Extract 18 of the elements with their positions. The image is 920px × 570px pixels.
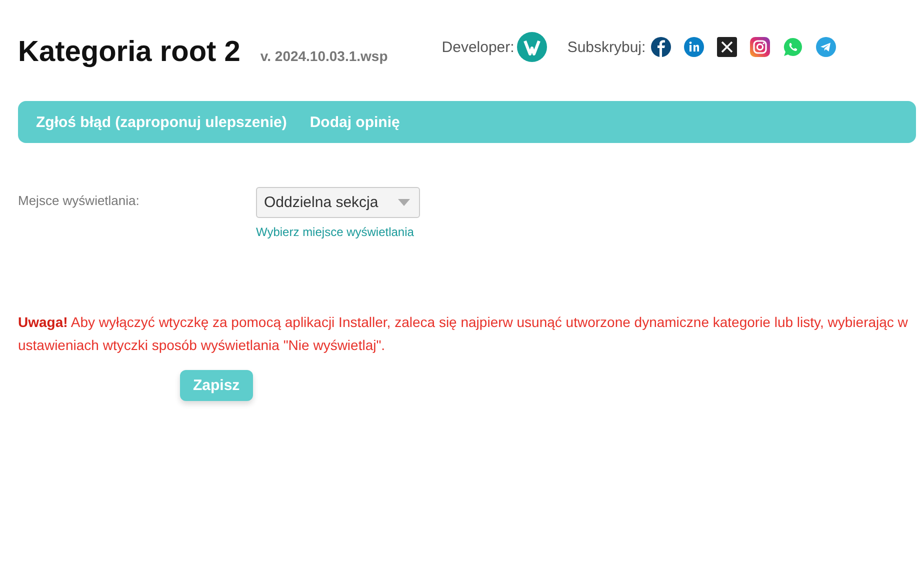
page-title: Kategoria root 2 xyxy=(18,36,240,68)
telegram-icon[interactable] xyxy=(816,37,836,57)
instagram-icon[interactable] xyxy=(750,37,770,57)
x-icon[interactable] xyxy=(716,37,737,57)
warning-message: Uwaga! Aby wyłączyć wtyczkę za pomocą aplikacji Installer, zaleca się najpierw usunąć utworzone dynamiczne kategorie lub listy, wybierając w ustawieniach wtyczki sposób wyświetlania "Nie wyświetlaj". xyxy=(18,313,909,355)
subscribe-label: Subskrybuj: xyxy=(567,38,646,56)
facebook-icon[interactable] xyxy=(650,37,671,57)
display-place-select[interactable]: Oddzielna sekcja xyxy=(256,187,420,218)
nav-link[interactable]: Zgłoś błąd (zaproponuj ulepszenie) xyxy=(36,114,287,130)
field-label: Mejsce wyświetlania: xyxy=(18,193,140,210)
save-button[interactable]: Zapisz xyxy=(180,370,253,401)
nav-link[interactable]: Dodaj opinię xyxy=(310,114,400,130)
linkedin-icon[interactable] xyxy=(684,37,704,57)
developer-label: Developer: xyxy=(442,38,514,56)
field-hint: Wybierz miejsce wyświetlania xyxy=(256,225,414,239)
version-label: v. 2024.10.03.1.wsp xyxy=(260,48,388,64)
developer-logo-icon[interactable] xyxy=(517,32,548,62)
caret-icon xyxy=(398,199,410,206)
